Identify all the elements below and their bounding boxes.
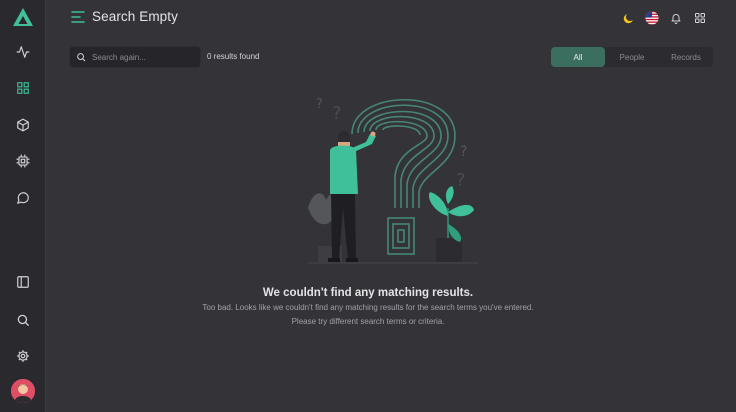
empty-state-message: Too bad. Looks like we couldn't find any… <box>202 303 534 312</box>
theme-toggle-button[interactable] <box>619 9 637 27</box>
empty-search-illustration: ? ? ? ? <box>308 97 478 264</box>
activity-icon <box>16 46 30 58</box>
results-count: 0 results found <box>207 52 260 61</box>
svg-text:?: ? <box>332 103 342 124</box>
avatar[interactable] <box>11 379 35 403</box>
moon-icon <box>623 13 633 23</box>
grid-icon <box>17 82 29 94</box>
gear-icon <box>17 350 29 362</box>
user-avatar-icon <box>11 379 35 403</box>
language-button[interactable] <box>643 9 661 27</box>
apps-grid-icon <box>695 13 705 23</box>
cpu-icon <box>16 154 30 168</box>
filter-tabs: All People Records <box>551 47 713 67</box>
svg-text:?: ? <box>460 144 467 160</box>
bell-icon <box>671 14 681 24</box>
svg-text:?: ? <box>316 97 323 112</box>
sidebar-item-dashboard[interactable] <box>8 73 38 103</box>
sidebar-item-messages[interactable] <box>8 183 38 213</box>
tab-people[interactable]: People <box>605 47 659 67</box>
triangle-logo-icon[interactable] <box>12 7 34 27</box>
search-icon <box>77 53 86 62</box>
notifications-button[interactable] <box>667 9 685 27</box>
tab-all[interactable]: All <box>551 47 605 67</box>
search-field[interactable] <box>69 46 201 68</box>
sidebar-item-activity[interactable] <box>8 37 38 67</box>
page-title: Search Empty <box>92 9 178 24</box>
sidebar-item-hardware[interactable] <box>8 146 38 176</box>
search-input[interactable] <box>92 52 192 62</box>
empty-state-hint: Please try different search terms or cri… <box>291 317 445 326</box>
tab-records[interactable]: Records <box>659 47 713 67</box>
sidebar-item-settings[interactable] <box>8 341 38 371</box>
empty-state-title: We couldn't find any matching results. <box>262 287 474 299</box>
sidebar-item-products[interactable] <box>8 110 38 140</box>
menu-icon[interactable] <box>71 10 85 24</box>
svg-text:?: ? <box>456 170 466 191</box>
sidebar <box>0 0 46 412</box>
apps-button[interactable] <box>691 9 709 27</box>
chat-icon <box>17 192 29 204</box>
cube-icon <box>17 118 29 132</box>
top-bar: Search Empty <box>46 0 736 36</box>
us-flag-icon <box>645 11 659 25</box>
